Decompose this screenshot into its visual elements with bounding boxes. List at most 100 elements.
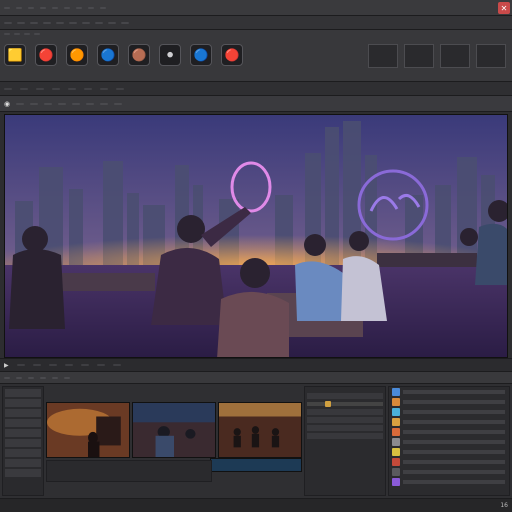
panel-tab[interactable] [52, 376, 58, 379]
property-row[interactable] [307, 393, 383, 399]
effect-row[interactable] [389, 447, 509, 457]
effect-thumbnail[interactable]: 🔴 [221, 44, 243, 66]
effects-tab[interactable] [34, 33, 40, 35]
time-chip[interactable] [68, 87, 76, 90]
effect-thumbnail[interactable]: 🔴 [35, 44, 57, 66]
effect-row[interactable] [389, 397, 509, 407]
clip-thumbnail[interactable] [46, 402, 130, 458]
panel-tab[interactable] [28, 376, 34, 379]
playback-chip[interactable] [64, 364, 73, 366]
panel-tab[interactable] [4, 376, 10, 379]
toolbar-item[interactable] [17, 21, 25, 24]
browser-item[interactable] [5, 409, 41, 417]
browser-item[interactable] [5, 399, 41, 407]
viewer-option[interactable] [58, 102, 67, 105]
browser-item[interactable] [5, 439, 41, 447]
effect-thumbnail[interactable]: 🟠 [66, 44, 88, 66]
browser-item[interactable] [5, 389, 41, 397]
toolbar-item[interactable] [30, 21, 38, 24]
browser-item[interactable] [5, 459, 41, 467]
menu-item[interactable] [4, 6, 10, 9]
property-row[interactable] [307, 433, 383, 439]
clip-thumbnail[interactable] [218, 402, 302, 458]
toolbar-item[interactable] [108, 21, 116, 24]
menu-item[interactable] [16, 6, 22, 9]
toolbar-item[interactable] [82, 21, 90, 24]
menu-item[interactable] [88, 6, 94, 9]
time-chip[interactable] [36, 87, 44, 90]
viewer-option[interactable] [30, 102, 39, 105]
close-icon[interactable]: ✕ [498, 2, 510, 14]
toolbar-item[interactable] [43, 21, 51, 24]
effect-row[interactable] [389, 417, 509, 427]
play-icon[interactable]: ▶ [4, 362, 9, 369]
menu-item[interactable] [100, 6, 106, 9]
preview-slot[interactable] [440, 44, 470, 68]
browser-item[interactable] [5, 419, 41, 427]
property-row[interactable] [307, 409, 383, 415]
panel-tab[interactable] [64, 376, 70, 379]
time-chip[interactable] [4, 87, 12, 90]
viewer-option[interactable] [72, 102, 81, 105]
effects-tab[interactable] [4, 33, 10, 35]
playback-chip[interactable] [80, 364, 89, 366]
menu-item[interactable] [76, 6, 82, 9]
property-row[interactable] [307, 425, 383, 431]
playback-chip[interactable] [32, 364, 41, 366]
panel-tab[interactable] [40, 376, 46, 379]
time-chip[interactable] [100, 87, 108, 90]
viewer-option[interactable] [86, 102, 95, 105]
viewer-option[interactable] [44, 102, 53, 105]
toolbar-item[interactable] [4, 21, 12, 24]
effect-icon [392, 438, 400, 446]
effect-row[interactable] [389, 467, 509, 477]
effect-row[interactable] [389, 437, 509, 447]
toolbar-item[interactable] [56, 21, 64, 24]
effect-thumbnail[interactable]: ⚫ [159, 44, 181, 66]
time-chip[interactable] [116, 87, 124, 90]
property-row[interactable] [307, 417, 383, 423]
browser-item[interactable] [5, 429, 41, 437]
browser-item[interactable] [5, 469, 41, 477]
slider-knob[interactable] [325, 401, 331, 407]
effects-tab[interactable] [24, 33, 30, 35]
menu-item[interactable] [64, 6, 70, 9]
playback-chip[interactable] [112, 364, 121, 366]
viewer-option[interactable] [114, 102, 123, 105]
playback-chip[interactable] [16, 364, 25, 366]
effect-row[interactable] [389, 387, 509, 397]
browser-item[interactable] [5, 449, 41, 457]
menu-item[interactable] [40, 6, 46, 9]
viewer-option[interactable] [100, 102, 109, 105]
effect-thumbnail[interactable]: 🔵 [97, 44, 119, 66]
time-chip[interactable] [52, 87, 60, 90]
effect-thumbnail[interactable]: 🔵 [190, 44, 212, 66]
effect-row[interactable] [389, 477, 509, 487]
effect-row[interactable] [389, 427, 509, 437]
effect-row[interactable] [389, 407, 509, 417]
playback-chip[interactable] [96, 364, 105, 366]
clip-thumbnail[interactable] [132, 402, 216, 458]
preview-slot[interactable] [476, 44, 506, 68]
preview-slot[interactable] [404, 44, 434, 68]
viewer-canvas[interactable] [4, 114, 508, 358]
effect-thumbnail[interactable]: 🟤 [128, 44, 150, 66]
record-icon[interactable]: ◉ [4, 100, 10, 108]
preview-slot[interactable] [368, 44, 398, 68]
toolbar-item[interactable] [69, 21, 77, 24]
timeline-track[interactable] [46, 460, 212, 482]
effects-tab[interactable] [14, 33, 20, 35]
effect-thumbnail[interactable]: 🟨 [4, 44, 26, 66]
viewer-option[interactable] [16, 102, 25, 105]
time-chip[interactable] [20, 87, 28, 90]
playback-chip[interactable] [48, 364, 57, 366]
property-slider[interactable] [307, 401, 383, 407]
effect-row[interactable] [389, 457, 509, 467]
time-chip[interactable] [84, 87, 92, 90]
panel-tab[interactable] [16, 376, 22, 379]
menu-item[interactable] [28, 6, 34, 9]
toolbar-item[interactable] [95, 21, 103, 24]
menu-item[interactable] [52, 6, 58, 9]
toolbar-item[interactable] [121, 21, 129, 24]
audio-track[interactable] [210, 458, 302, 472]
